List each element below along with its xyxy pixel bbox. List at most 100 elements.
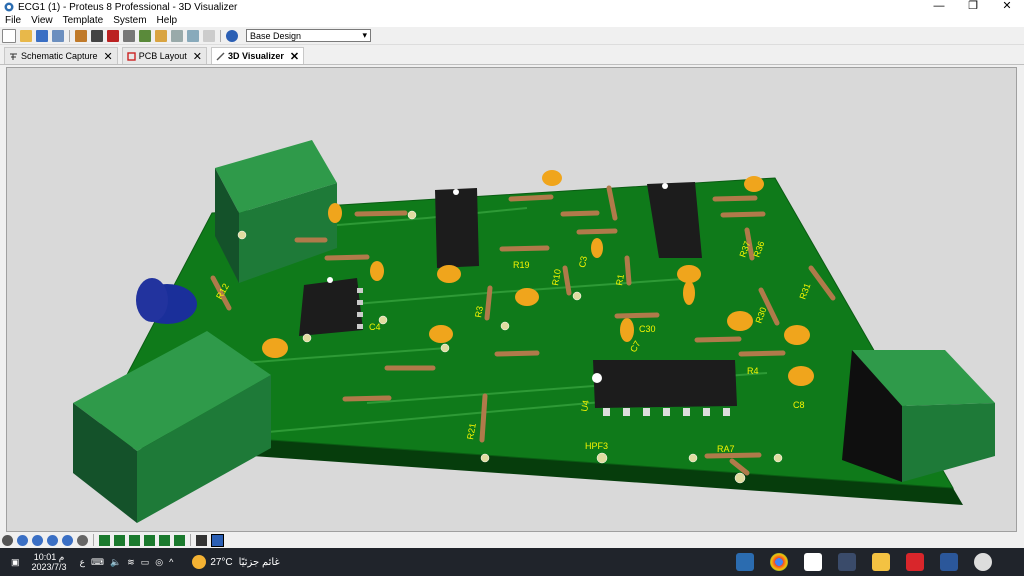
label-u4: U4 — [579, 399, 591, 412]
tab-3d-visualizer[interactable]: 3D Visualizer ✕ — [211, 47, 305, 64]
tab-pcb-layout[interactable]: PCB Layout ✕ — [121, 47, 208, 64]
close-tab-icon[interactable]: ✕ — [104, 50, 113, 63]
label-c3: C3 — [577, 255, 589, 268]
keyboard-icon[interactable]: ⌨ — [91, 557, 104, 568]
gerber-icon[interactable] — [139, 29, 151, 42]
label-r4: R4 — [747, 366, 759, 376]
view-left-icon[interactable] — [159, 534, 170, 546]
proteus-isis-icon[interactable] — [838, 553, 856, 571]
window-title: ECG1 (1) - Proteus 8 Professional - 3D V… — [18, 1, 238, 13]
label-r3: R3 — [473, 305, 485, 318]
view-front-icon[interactable] — [129, 534, 140, 546]
partly-cloudy-icon — [192, 555, 207, 569]
new-file-icon[interactable] — [2, 28, 16, 43]
notepad-icon[interactable] — [804, 553, 822, 571]
file-explorer-icon[interactable] — [872, 553, 890, 571]
connector-right — [842, 350, 995, 482]
save-icon[interactable] — [36, 29, 48, 42]
clock[interactable]: 10:01 م 2023/7/3 — [29, 552, 70, 572]
maximize-button[interactable]: ❐ — [956, 0, 990, 14]
title-bar: ECG1 (1) - Proteus 8 Professional - 3D V… — [0, 0, 1024, 14]
show-3d-icon[interactable] — [211, 533, 224, 547]
pan-icon[interactable] — [2, 534, 13, 546]
home-icon[interactable] — [75, 29, 87, 42]
tab-label: Schematic Capture — [21, 51, 98, 61]
pcb-tool-icon[interactable] — [107, 29, 119, 42]
ic-center-dip14 — [435, 188, 479, 268]
menu-view[interactable]: View — [26, 15, 58, 26]
label-c8: C8 — [793, 400, 805, 410]
tab-label: 3D Visualizer — [228, 51, 284, 61]
3d-icon — [216, 52, 225, 60]
chevron-down-icon: ▾ — [362, 30, 367, 40]
close-tab-icon[interactable]: ✕ — [193, 50, 202, 63]
3d-tool-icon[interactable] — [123, 29, 135, 42]
label-r1: R1 — [614, 273, 626, 286]
language-indicator[interactable]: ع — [80, 557, 85, 568]
battery-icon[interactable]: ▭ — [141, 557, 150, 568]
toolbar-separator — [69, 29, 70, 42]
label-r19: R19 — [513, 260, 530, 270]
menu-file[interactable]: File — [0, 15, 26, 26]
pinned-apps — [728, 548, 1000, 576]
view-top-icon[interactable] — [99, 534, 110, 546]
camera-icon[interactable]: ◎ — [155, 557, 163, 568]
pcb-3d-render[interactable]: R12 R21 R4 R10 R3 U4 HPF3 C3 R1 R19 C7 C… — [7, 68, 1017, 532]
zoom-area-icon[interactable] — [62, 534, 73, 546]
weather-temp: 27°C — [210, 556, 233, 568]
system-tray: ▣ 10:01 م 2023/7/3 ع ⌨ 🔈 ≋ ▭ ◎ ^ — [8, 552, 176, 572]
view-bottom-icon[interactable] — [114, 534, 125, 546]
main-toolbar: Base Design ▾ — [0, 27, 1024, 45]
ic-app-icon[interactable] — [906, 553, 924, 571]
zoom-out-icon[interactable] — [32, 534, 43, 546]
minimize-button[interactable]: — — [922, 0, 956, 14]
show-pcb-icon[interactable] — [196, 534, 207, 546]
proteus-app-icon — [4, 2, 14, 12]
label-hpf3: HPF3 — [585, 441, 608, 451]
menu-template[interactable]: Template — [58, 15, 109, 26]
toolbar-separator — [93, 534, 94, 546]
menu-system[interactable]: System — [108, 15, 151, 26]
menu-bar: File View Template System Help — [0, 14, 1024, 27]
menu-help[interactable]: Help — [152, 15, 183, 26]
notification-icon[interactable]: ▣ — [11, 557, 20, 568]
help-icon[interactable] — [226, 29, 238, 42]
view-toolbar — [0, 532, 1024, 548]
zoom-fit-icon[interactable] — [47, 534, 58, 546]
label-c30: C30 — [639, 324, 656, 334]
document-tabs: Schematic Capture ✕ PCB Layout ✕ 3D Visu… — [0, 45, 1024, 65]
tab-schematic-capture[interactable]: Schematic Capture ✕ — [4, 47, 118, 64]
list-icon[interactable] — [187, 29, 199, 42]
zoom-in-icon[interactable] — [17, 534, 28, 546]
bom-icon[interactable] — [155, 29, 167, 42]
word-icon[interactable] — [940, 553, 958, 571]
wifi-icon[interactable]: ≋ — [127, 557, 135, 568]
clock-time: 10:01 م — [33, 552, 65, 562]
open-folder-icon[interactable] — [20, 29, 32, 42]
document-icon[interactable] — [203, 29, 215, 42]
import-icon[interactable] — [52, 29, 64, 42]
close-tab-icon[interactable]: ✕ — [290, 50, 299, 63]
label-c4: C4 — [369, 322, 381, 332]
design-variant-select[interactable]: Base Design ▾ — [246, 29, 371, 42]
proteus-taskbar-icon[interactable] — [736, 553, 754, 571]
label-ra7: RA7 — [717, 444, 735, 454]
tab-label: PCB Layout — [138, 51, 187, 61]
view-right-icon[interactable] — [174, 534, 185, 546]
3d-viewport[interactable]: R12 R21 R4 R10 R3 U4 HPF3 C3 R1 R19 C7 C… — [6, 67, 1017, 532]
schematic-tool-icon[interactable] — [91, 29, 103, 42]
clock-date: 2023/7/3 — [31, 562, 67, 572]
close-window-button[interactable]: ✕ — [990, 0, 1024, 14]
wifi-manager-icon[interactable] — [974, 553, 992, 571]
connector-left — [73, 331, 271, 523]
weather-desc: غائم جزئيًا — [238, 556, 280, 568]
ic-left-dip8 — [299, 277, 363, 336]
chevron-up-icon[interactable]: ^ — [169, 557, 173, 567]
orbit-icon[interactable] — [77, 534, 88, 546]
volume-icon[interactable]: 🔈 — [110, 557, 121, 568]
view-back-icon[interactable] — [144, 534, 155, 546]
os-taskbar: ▣ 10:01 م 2023/7/3 ع ⌨ 🔈 ≋ ▭ ◎ ^ 27°C غا… — [0, 548, 1024, 576]
chrome-icon[interactable] — [770, 553, 788, 571]
notes-icon[interactable] — [171, 29, 183, 42]
weather-widget[interactable]: 27°C غائم جزئيًا — [192, 555, 280, 569]
